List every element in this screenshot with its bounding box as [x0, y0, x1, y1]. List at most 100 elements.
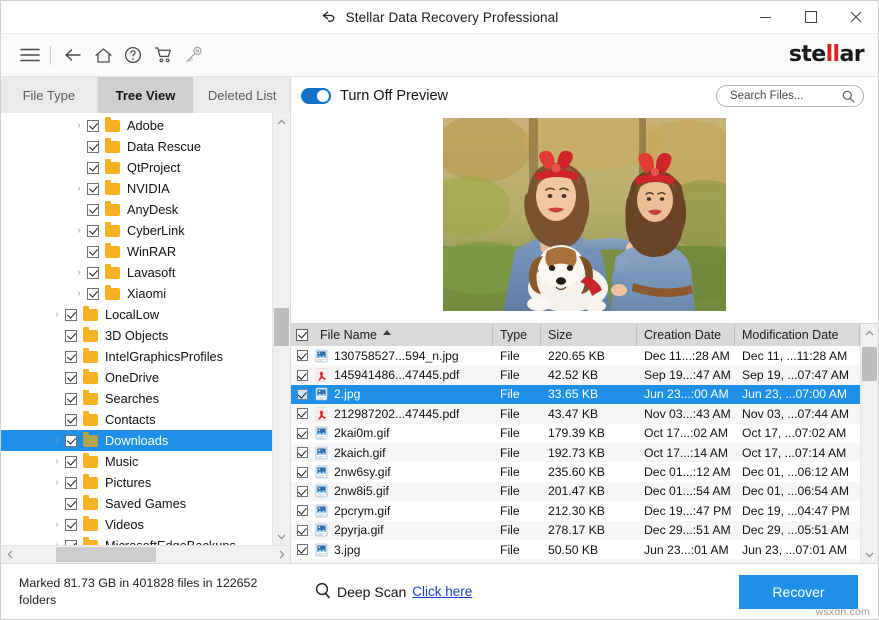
- row-checkbox-cell[interactable]: [291, 544, 313, 555]
- chevron-right-icon[interactable]: ›: [49, 456, 65, 467]
- tree-item-qtproject[interactable]: QtProject: [1, 157, 272, 178]
- tree-item-checkbox[interactable]: [65, 393, 77, 405]
- tree-item-checkbox[interactable]: [65, 351, 77, 363]
- table-row[interactable]: 2pyrja.gifFile278.17 KBDec 29...:51 AMDe…: [291, 521, 860, 540]
- scroll-down-icon[interactable]: [273, 528, 290, 545]
- tree-item-checkbox[interactable]: [87, 141, 99, 153]
- recover-button[interactable]: Recover: [739, 575, 858, 609]
- row-checkbox[interactable]: [297, 525, 308, 536]
- tree-item-searches[interactable]: Searches: [1, 388, 272, 409]
- row-checkbox-cell[interactable]: [291, 486, 313, 497]
- tree-item-checkbox[interactable]: [87, 183, 99, 195]
- tree-item-checkbox[interactable]: [87, 267, 99, 279]
- tree-item-contacts[interactable]: Contacts: [1, 409, 272, 430]
- search-icon[interactable]: [842, 90, 855, 103]
- tree-item-onedrive[interactable]: OneDrive: [1, 367, 272, 388]
- tree-item-checkbox[interactable]: [65, 519, 77, 531]
- select-all-checkbox[interactable]: [296, 329, 308, 341]
- tree-item-music[interactable]: ›Music: [1, 451, 272, 472]
- row-checkbox[interactable]: [297, 467, 308, 478]
- row-checkbox[interactable]: [297, 544, 308, 555]
- tree-item-checkbox[interactable]: [65, 309, 77, 321]
- hamburger-menu-icon[interactable]: [15, 40, 45, 70]
- tree-item-checkbox[interactable]: [65, 477, 77, 489]
- tree-item-checkbox[interactable]: [65, 435, 77, 447]
- chevron-right-icon[interactable]: ›: [49, 309, 65, 320]
- chevron-right-icon[interactable]: ›: [49, 519, 65, 530]
- tree-item-3d-objects[interactable]: 3D Objects: [1, 325, 272, 346]
- row-checkbox-cell[interactable]: [291, 467, 313, 478]
- chevron-right-icon[interactable]: ›: [71, 120, 87, 131]
- help-icon[interactable]: [118, 40, 148, 70]
- row-checkbox[interactable]: [297, 350, 308, 361]
- search-input[interactable]: [728, 89, 842, 103]
- column-header-modification-date[interactable]: Modification Date: [735, 324, 860, 346]
- tree-item-lavasoft[interactable]: ›Lavasoft: [1, 262, 272, 283]
- preview-toggle[interactable]: [301, 88, 331, 104]
- chevron-right-icon[interactable]: ›: [71, 183, 87, 194]
- table-row[interactable]: 2pcrym.gifFile212.30 KBDec 19...:47 PMDe…: [291, 501, 860, 520]
- tree-hscroll-thumb[interactable]: [56, 547, 156, 562]
- home-icon[interactable]: [88, 40, 118, 70]
- tree-item-downloads[interactable]: ›Downloads: [1, 430, 272, 451]
- row-checkbox[interactable]: [297, 370, 308, 381]
- tree-item-videos[interactable]: ›Videos: [1, 514, 272, 535]
- cart-icon[interactable]: [148, 40, 178, 70]
- table-row[interactable]: 145941486...47445.pdfFile42.52 KBSep 19.…: [291, 365, 860, 384]
- tree-item-checkbox[interactable]: [87, 288, 99, 300]
- tree-item-checkbox[interactable]: [65, 456, 77, 468]
- tree-scroll-track[interactable]: [273, 130, 290, 528]
- tree-item-nvidia[interactable]: ›NVIDIA: [1, 178, 272, 199]
- table-row[interactable]: 130758527...594_n.jpgFile220.65 KBDec 11…: [291, 346, 860, 365]
- row-checkbox[interactable]: [297, 428, 308, 439]
- scroll-right-icon[interactable]: [273, 546, 290, 563]
- chevron-right-icon[interactable]: ›: [49, 435, 65, 446]
- row-checkbox-cell[interactable]: [291, 428, 313, 439]
- file-scroll-track[interactable]: [861, 341, 878, 546]
- tree-horizontal-scrollbar[interactable]: [1, 545, 290, 563]
- row-checkbox-cell[interactable]: [291, 389, 313, 400]
- tree-item-checkbox[interactable]: [87, 120, 99, 132]
- file-scroll-down-icon[interactable]: [861, 546, 878, 563]
- tab-deleted-list[interactable]: Deleted List: [194, 77, 290, 113]
- table-row[interactable]: 212987202...47445.pdfFile43.47 KBNov 03.…: [291, 404, 860, 423]
- tree-item-winrar[interactable]: WinRAR: [1, 241, 272, 262]
- row-checkbox-cell[interactable]: [291, 447, 313, 458]
- row-checkbox[interactable]: [297, 486, 308, 497]
- folder-tree[interactable]: ›AdobeData RescueQtProject›NVIDIAAnyDesk…: [1, 113, 272, 545]
- deep-scan-link[interactable]: Click here: [412, 584, 472, 599]
- row-checkbox-cell[interactable]: [291, 350, 313, 361]
- tree-item-checkbox[interactable]: [87, 162, 99, 174]
- tree-item-anydesk[interactable]: AnyDesk: [1, 199, 272, 220]
- tree-item-checkbox[interactable]: [87, 225, 99, 237]
- maximize-button[interactable]: [788, 1, 833, 33]
- table-row[interactable]: 2nw6sy.gifFile235.60 KBDec 01...:12 AMDe…: [291, 462, 860, 481]
- table-row[interactable]: 2.jpgFile33.65 KBJun 23...:00 AMJun 23, …: [291, 385, 860, 404]
- row-checkbox[interactable]: [297, 408, 308, 419]
- tree-item-intelgraphicsprofiles[interactable]: IntelGraphicsProfiles: [1, 346, 272, 367]
- tree-item-pictures[interactable]: ›Pictures: [1, 472, 272, 493]
- row-checkbox-cell[interactable]: [291, 370, 313, 381]
- tree-item-adobe[interactable]: ›Adobe: [1, 115, 272, 136]
- tree-item-saved-games[interactable]: Saved Games: [1, 493, 272, 514]
- column-header-size[interactable]: Size: [541, 324, 637, 346]
- tree-item-checkbox[interactable]: [65, 414, 77, 426]
- column-header-type[interactable]: Type: [493, 324, 541, 346]
- column-header-creation-date[interactable]: Creation Date: [637, 324, 735, 346]
- tree-item-xiaomi[interactable]: ›Xiaomi: [1, 283, 272, 304]
- select-all-header[interactable]: [291, 324, 313, 346]
- tab-file-type[interactable]: File Type: [1, 77, 98, 113]
- search-files-box[interactable]: [716, 85, 864, 107]
- tree-item-checkbox[interactable]: [65, 498, 77, 510]
- row-checkbox[interactable]: [297, 447, 308, 458]
- row-checkbox-cell[interactable]: [291, 408, 313, 419]
- table-row[interactable]: 2kai0m.gifFile179.39 KBOct 17...:02 AMOc…: [291, 424, 860, 443]
- row-checkbox[interactable]: [297, 389, 308, 400]
- chevron-right-icon[interactable]: ›: [71, 225, 87, 236]
- row-checkbox-cell[interactable]: [291, 505, 313, 516]
- back-icon[interactable]: [58, 40, 88, 70]
- chevron-right-icon[interactable]: ›: [71, 267, 87, 278]
- table-row[interactable]: 2nw8i5.gifFile201.47 KBDec 01...:54 AMDe…: [291, 482, 860, 501]
- table-row[interactable]: 3.jpgFile50.50 KBJun 23...:01 AMJun 23, …: [291, 540, 860, 559]
- file-scroll-up-icon[interactable]: [861, 324, 878, 341]
